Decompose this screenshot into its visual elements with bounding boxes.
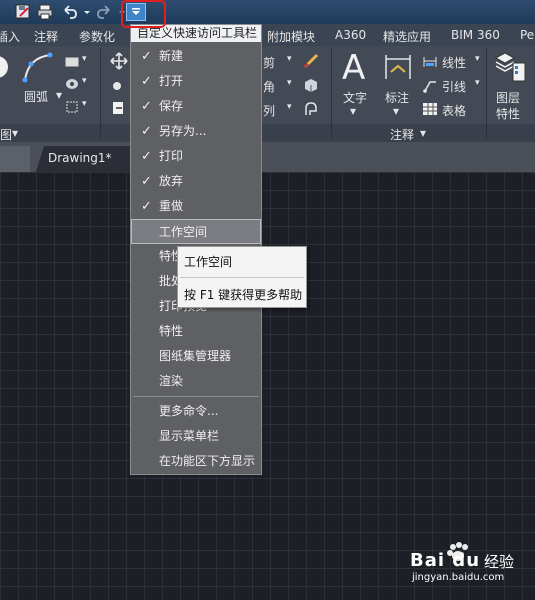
dimension-icon[interactable] <box>383 52 413 82</box>
baidu-jingyan-watermark: Bai du 经验 jingyan.baidu.com <box>410 540 530 588</box>
menu-item-save[interactable]: ✓ 保存 <box>131 94 261 119</box>
tooltip-help-text: 按 F1 键获得更多帮助 <box>184 288 303 302</box>
boundary-icon[interactable] <box>64 99 80 113</box>
check-icon: ✓ <box>141 149 152 164</box>
menu-item-more-commands[interactable]: 更多命令... <box>131 399 261 424</box>
copy-icon[interactable] <box>110 78 128 92</box>
annotation-expand-icon[interactable]: ▾ <box>420 126 426 140</box>
menu-item-show-menu-bar[interactable]: 显示菜单栏 <box>131 424 261 449</box>
rectangle-dropdown-icon[interactable]: ▾ <box>82 54 87 64</box>
fillet-label[interactable]: 角 <box>263 78 275 95</box>
array-label[interactable]: 列 <box>263 102 275 119</box>
check-icon: ✓ <box>141 74 152 89</box>
highlight-annotation-box <box>121 0 166 28</box>
redo-icon[interactable] <box>96 3 114 21</box>
hatch-icon[interactable] <box>64 76 80 90</box>
table-label[interactable]: 表格 <box>442 102 466 119</box>
table-icon[interactable] <box>422 101 438 115</box>
layer-label-1[interactable]: 图层 <box>496 89 520 106</box>
watermark-url: jingyan.baidu.com <box>412 572 505 583</box>
document-tab-label[interactable]: Drawing1* <box>48 151 112 165</box>
dimension-dropdown-icon[interactable]: ▾ <box>393 104 399 118</box>
check-icon: ✓ <box>141 174 152 189</box>
layer-label-2[interactable]: 特性 <box>496 105 520 122</box>
ribbon-tab-bar: 插入 注释 参数化 附加模块 A360 精选应用 BIM 360 Pe <box>0 24 535 46</box>
watermark-brand: Bai du <box>410 550 481 571</box>
tab-insert[interactable]: 插入 <box>0 28 20 45</box>
rectangle-icon[interactable] <box>64 54 80 68</box>
tab-performance[interactable]: Pe <box>520 28 534 42</box>
menu-item-show-below-ribbon[interactable]: 在功能区下方显示 <box>131 449 261 474</box>
text-big-icon[interactable]: A <box>342 50 372 86</box>
erase-icon[interactable] <box>302 52 320 70</box>
trim-dropdown-icon[interactable]: ▾ <box>287 54 292 64</box>
check-icon: ✓ <box>141 49 152 64</box>
print-icon[interactable] <box>36 3 54 21</box>
drawing-canvas[interactable] <box>0 172 535 600</box>
text-dropdown-icon[interactable]: ▾ <box>350 104 356 118</box>
tab-bim360[interactable]: BIM 360 <box>451 28 500 42</box>
panel-label-annotation[interactable]: 注释 <box>390 126 414 143</box>
panel-label-left[interactable]: 图 <box>0 126 12 143</box>
tab-parametric[interactable]: 参数化 <box>79 28 115 45</box>
redo-dropdown-icon[interactable] <box>113 3 125 21</box>
menu-item-workspace[interactable]: 工作空间 <box>131 219 261 244</box>
array-dropdown-icon[interactable]: ▾ <box>287 102 292 112</box>
ribbon-separator <box>331 48 332 140</box>
tooltip-separator <box>180 277 304 278</box>
menu-separator <box>133 396 259 397</box>
explode-icon[interactable] <box>302 76 320 94</box>
layer-list-icon[interactable] <box>512 62 526 82</box>
menu-item-redo[interactable]: ✓ 重做 <box>131 194 261 219</box>
ribbon-separator <box>486 48 487 140</box>
leader-icon[interactable] <box>422 78 438 93</box>
tab-annotate[interactable]: 注释 <box>34 28 58 45</box>
stretch-icon[interactable] <box>110 100 128 116</box>
leader-label[interactable]: 引线 <box>442 78 466 95</box>
menu-item-new[interactable]: ✓ 新建 <box>131 44 261 69</box>
menu-item-properties-2[interactable]: 特性 <box>131 319 261 344</box>
menu-item-sheet-set-manager[interactable]: 图纸集管理器 <box>131 344 261 369</box>
tab-addins[interactable]: 附加模块 <box>267 28 315 45</box>
undo-icon[interactable] <box>60 3 78 21</box>
fillet-dropdown-icon[interactable]: ▾ <box>287 78 292 88</box>
linear-icon[interactable] <box>422 54 438 68</box>
quick-access-toolbar <box>0 0 535 24</box>
undo-dropdown-icon[interactable] <box>78 3 90 21</box>
check-icon: ✓ <box>141 99 152 114</box>
menu-item-save-as[interactable]: ✓ 另存为... <box>131 119 261 144</box>
menu-item-render[interactable]: 渲染 <box>131 369 261 394</box>
leader-dropdown-icon[interactable]: ▾ <box>475 78 480 88</box>
panel-expand-icon[interactable]: ▾ <box>12 126 18 140</box>
hatch-dropdown-icon[interactable]: ▾ <box>82 76 87 86</box>
move-icon[interactable] <box>110 52 128 70</box>
check-icon: ✓ <box>141 124 152 139</box>
arc-label[interactable]: 圆弧 <box>24 88 48 105</box>
trim-label[interactable]: 剪 <box>263 54 275 71</box>
tooltip-title: 工作空间 <box>184 255 233 269</box>
check-icon: ✓ <box>141 199 152 214</box>
offset-icon[interactable] <box>302 100 320 118</box>
menu-item-print[interactable]: ✓ 打印 <box>131 144 261 169</box>
tab-featured-apps[interactable]: 精选应用 <box>383 28 431 45</box>
arc-dropdown-icon[interactable]: ▾ <box>56 88 62 102</box>
start-tab[interactable] <box>0 146 30 172</box>
linear-label[interactable]: 线性 <box>442 54 466 71</box>
arc-icon[interactable] <box>22 52 54 84</box>
boundary-dropdown-icon[interactable]: ▾ <box>82 99 87 109</box>
linear-dropdown-icon[interactable]: ▾ <box>475 54 480 64</box>
tab-a360[interactable]: A360 <box>335 28 366 42</box>
watermark-brand-cn: 经验 <box>484 553 515 571</box>
save-icon[interactable] <box>14 3 32 21</box>
menu-item-open[interactable]: ✓ 打开 <box>131 69 261 94</box>
ribbon-panel-title-bar: 图 ▾ 注释 ▾ <box>0 124 535 142</box>
menu-item-undo[interactable]: ✓ 放弃 <box>131 169 261 194</box>
ribbon-separator <box>100 48 101 140</box>
